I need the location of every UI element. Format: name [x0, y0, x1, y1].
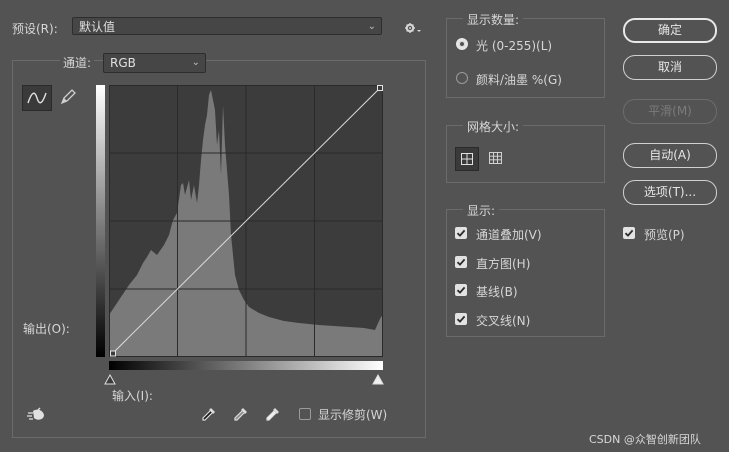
show-clipping-checkbox[interactable]	[299, 408, 311, 423]
radio-light-label: 光 (0-255)(L)	[476, 39, 553, 53]
baseline-checkbox[interactable]	[455, 284, 467, 299]
display-amount-legend: 显示数量:	[463, 11, 524, 28]
white-eyedropper-icon	[266, 408, 279, 421]
baseline-label: 基线(B)	[476, 285, 518, 299]
channel-overlay-label: 通道叠加(V)	[476, 228, 542, 242]
options-button[interactable]: 选项(T)...	[623, 180, 717, 205]
chevron-down-icon: ⌄	[191, 57, 200, 68]
grid-size-legend: 网格大小:	[463, 118, 524, 135]
channel-overlay-checkbox[interactable]	[455, 227, 467, 242]
histogram-label: 直方图(H)	[476, 257, 531, 271]
grid-10-icon	[489, 152, 502, 164]
input-gradient-bar	[109, 361, 383, 370]
output-gradient-bar	[96, 85, 105, 357]
display-legend: 显示:	[463, 202, 500, 219]
curve-graph[interactable]	[109, 85, 383, 357]
input-black-slider[interactable]	[104, 374, 116, 385]
histogram-checkbox[interactable]	[455, 256, 467, 271]
pencil-button[interactable]	[58, 87, 78, 110]
curve-mode-icon	[27, 92, 47, 104]
channel-dropdown[interactable]: RGB ⌄	[103, 53, 206, 73]
gray-eyedropper-icon	[234, 408, 247, 421]
gray-eyedropper-button[interactable]	[232, 405, 250, 426]
curve-mode-button[interactable]	[22, 85, 52, 111]
input-label: 输入(I):	[112, 389, 153, 403]
white-point-handle[interactable]	[377, 85, 383, 91]
grid-10-button[interactable]	[485, 147, 507, 169]
show-clipping-label: 显示修剪(W)	[318, 408, 388, 422]
black-point-handle[interactable]	[110, 350, 116, 357]
black-eyedropper-button[interactable]	[200, 405, 218, 426]
pencil-icon	[60, 89, 76, 105]
preset-value: 默认值	[79, 20, 116, 34]
preview-label: 预览(P)	[644, 228, 685, 242]
intersection-line-label: 交叉线(N)	[476, 314, 531, 328]
target-adjust-button[interactable]	[25, 406, 47, 427]
watermark: CSDN @众智创新团队	[589, 433, 701, 446]
input-white-slider[interactable]	[372, 374, 384, 385]
preview-checkbox[interactable]	[623, 227, 635, 242]
settings-gear-icon[interactable]	[405, 22, 423, 37]
channel-label: 通道:	[60, 54, 95, 71]
output-label: 输出(O):	[23, 322, 70, 336]
cancel-button[interactable]: 取消	[623, 55, 717, 80]
ok-button[interactable]: 确定	[623, 18, 717, 43]
grid-4-icon	[461, 153, 473, 165]
smooth-button[interactable]: 平滑(M)	[623, 99, 717, 124]
radio-light[interactable]	[456, 38, 468, 53]
black-eyedropper-icon	[202, 408, 215, 421]
preset-label: 预设(R):	[12, 22, 58, 36]
auto-button[interactable]: 自动(A)	[623, 143, 717, 168]
radio-pigment-label: 颜料/油墨 %(G)	[476, 73, 562, 87]
target-adjust-icon	[27, 407, 44, 420]
intersection-line-checkbox[interactable]	[455, 313, 467, 328]
white-eyedropper-button[interactable]	[264, 405, 282, 426]
grid-4-button[interactable]	[455, 147, 479, 171]
chevron-down-icon: ⌄	[367, 21, 376, 32]
preset-dropdown[interactable]: 默认值 ⌄	[72, 17, 382, 35]
channel-value: RGB	[110, 56, 136, 70]
radio-pigment[interactable]	[456, 72, 468, 87]
